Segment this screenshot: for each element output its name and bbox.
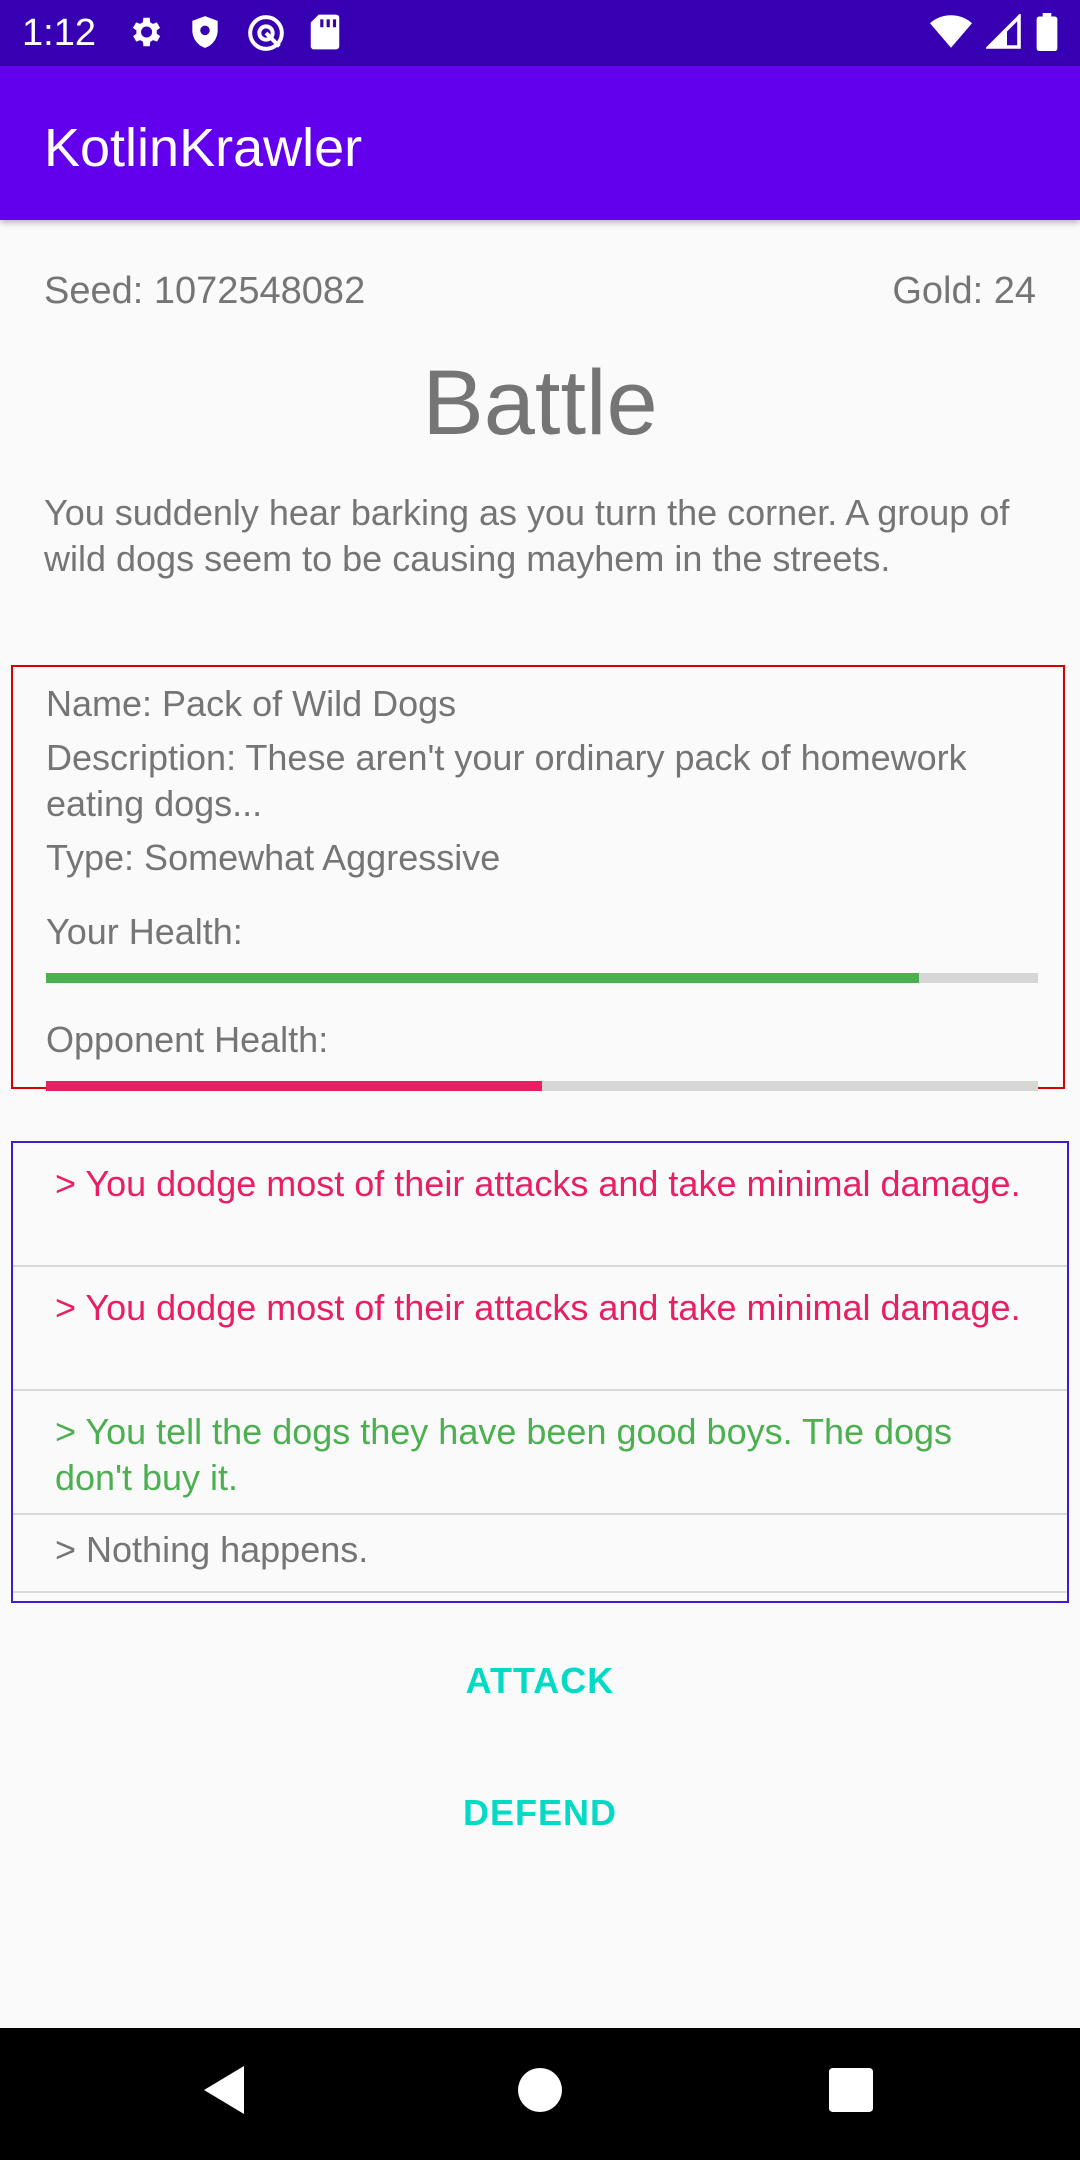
- status-icons-right: [930, 13, 1058, 51]
- status-time: 1:12: [22, 12, 96, 54]
- battery-icon: [1036, 13, 1058, 51]
- log-item: > You tell the dogs they have been good …: [13, 1391, 1067, 1515]
- page-title: Battle: [422, 352, 658, 454]
- status-icons-left: [126, 13, 342, 53]
- back-icon[interactable]: [200, 2064, 248, 2121]
- enemy-description: Description: These aren't your ordinary …: [46, 737, 967, 824]
- defend-button[interactable]: DEFEND: [0, 1788, 1080, 1838]
- attack-button[interactable]: ATTACK: [0, 1656, 1080, 1706]
- opponent-health-label: Opponent Health:: [46, 1019, 329, 1060]
- your-health-bar-fill: [46, 973, 919, 983]
- app-bar: KotlinKrawler: [0, 66, 1080, 220]
- log-item: > Nothing happens.: [13, 1515, 1067, 1593]
- opponent-health-bar-fill: [46, 1081, 542, 1091]
- cell-signal-icon: [986, 14, 1022, 50]
- app-title: KotlinKrawler: [44, 118, 363, 178]
- gear-icon: [126, 13, 164, 53]
- status-bar: 1:12: [0, 0, 1080, 66]
- navigation-bar: [0, 2028, 1080, 2160]
- seed-label: Seed: 1072548082: [44, 270, 366, 312]
- wifi-icon: [930, 14, 972, 50]
- your-health-bar: [46, 973, 1038, 983]
- gold-label: Gold: 24: [892, 270, 1036, 312]
- home-icon[interactable]: [518, 2068, 562, 2117]
- enemy-info-panel: Name: Pack of Wild Dogs Description: The…: [11, 665, 1065, 1091]
- encounter-description: You suddenly hear barking as you turn th…: [44, 492, 1010, 579]
- your-health-label: Your Health:: [46, 911, 243, 952]
- recents-icon[interactable]: [829, 2068, 873, 2117]
- enemy-type: Type: Somewhat Aggressive: [46, 837, 501, 878]
- opponent-health-bar: [46, 1081, 1038, 1091]
- enemy-name: Name: Pack of Wild Dogs: [46, 683, 457, 724]
- log-item: > You dodge most of their attacks and ta…: [13, 1143, 1067, 1267]
- sd-card-icon: [308, 13, 342, 53]
- log-item: > You dodge most of their attacks and ta…: [13, 1267, 1067, 1391]
- at-sign-icon: [246, 13, 286, 53]
- shield-icon: [186, 13, 224, 53]
- battle-log[interactable]: > You dodge most of their attacks and ta…: [11, 1141, 1069, 1603]
